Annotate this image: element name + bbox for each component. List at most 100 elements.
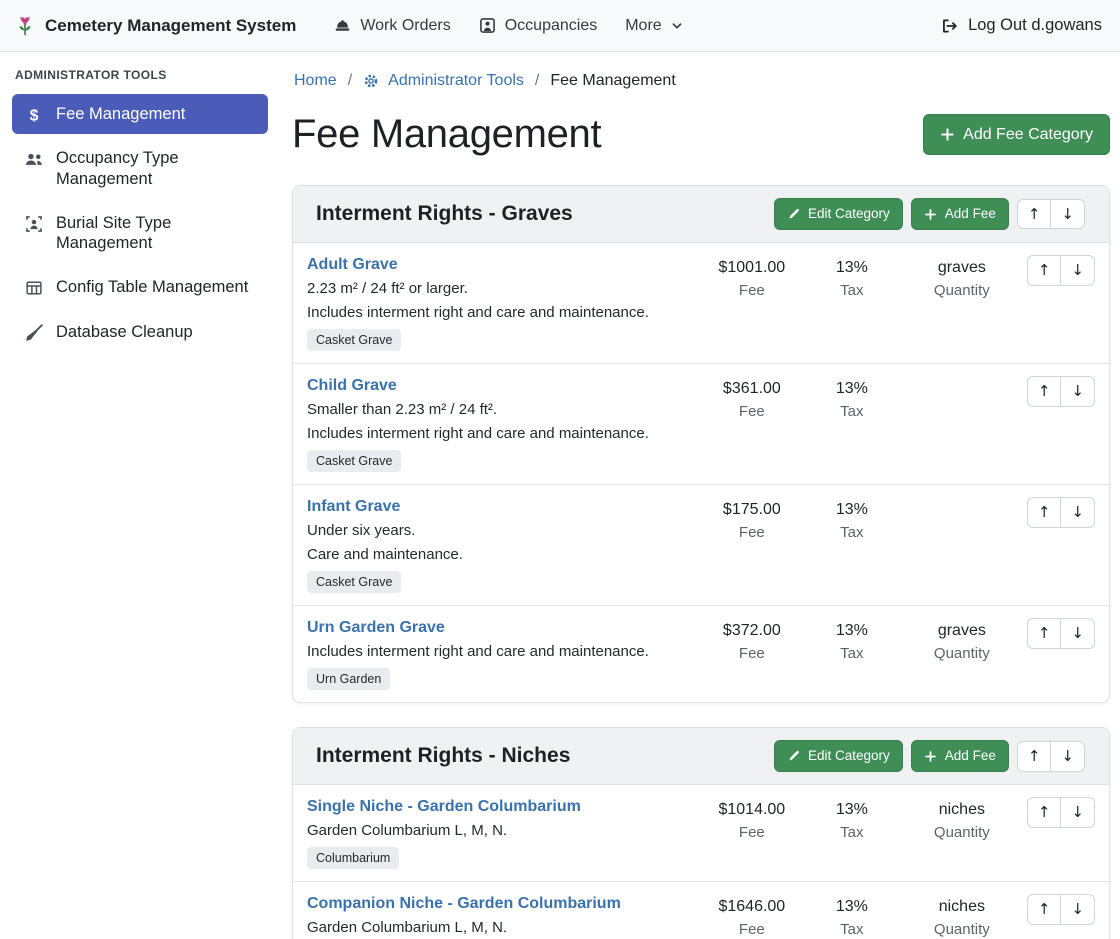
sidebar-item-config-table-management[interactable]: Config Table Management bbox=[12, 267, 268, 307]
move-fee-down-button[interactable]: ↓ bbox=[1060, 376, 1095, 407]
tax-rate-value: 13% bbox=[807, 896, 897, 918]
fee-category-card: Interment Rights - Graves Edit Category … bbox=[292, 185, 1110, 703]
logout-icon bbox=[940, 17, 958, 35]
category-title: Interment Rights - Graves bbox=[316, 202, 573, 226]
fee-name-link[interactable]: Companion Niche - Garden Columbarium bbox=[307, 895, 621, 913]
fee-name-link[interactable]: Single Niche - Garden Columbarium bbox=[307, 798, 581, 816]
fee-description: Under six years. bbox=[307, 520, 691, 542]
plus-icon bbox=[924, 208, 937, 221]
nav-item-work-orders[interactable]: Work Orders bbox=[320, 9, 464, 43]
nav-item-more[interactable]: More bbox=[611, 9, 696, 43]
up-arrow-icon: ↑ bbox=[1038, 900, 1051, 919]
breadcrumb: Home / Administrator Tools / Fee Managem… bbox=[292, 64, 1110, 90]
move-fee-up-button[interactable]: ↑ bbox=[1027, 894, 1062, 925]
move-fee-up-button[interactable]: ↑ bbox=[1027, 255, 1062, 286]
breadcrumb-home-link[interactable]: Home bbox=[294, 72, 337, 90]
move-fee-down-button[interactable]: ↓ bbox=[1060, 797, 1095, 828]
fee-reorder-group: ↑ ↓ bbox=[1027, 376, 1095, 407]
fee-name-link[interactable]: Child Grave bbox=[307, 377, 397, 395]
fee-row: Infant Grave Under six years.Care and ma… bbox=[293, 484, 1109, 605]
fee-amount-column: $1646.00 Fee bbox=[697, 894, 807, 939]
quantity-label: Quantity bbox=[897, 279, 1027, 303]
fee-type-badge: Casket Grave bbox=[307, 329, 401, 351]
up-arrow-icon: ↑ bbox=[1028, 205, 1041, 224]
tax-column: 13% Tax bbox=[807, 255, 897, 303]
plus-icon bbox=[940, 127, 955, 142]
move-fee-down-button[interactable]: ↓ bbox=[1060, 618, 1095, 649]
move-category-down-button[interactable]: ↓ bbox=[1050, 741, 1085, 772]
main-nav: Work Orders Occupancies More bbox=[320, 9, 696, 43]
down-arrow-icon: ↓ bbox=[1061, 747, 1074, 766]
category-reorder-group: ↑ ↓ bbox=[1017, 199, 1085, 230]
nav-item-occupancies[interactable]: Occupancies bbox=[465, 9, 612, 43]
edit-category-button[interactable]: Edit Category bbox=[774, 740, 903, 772]
fee-amount-value: $1646.00 bbox=[697, 896, 807, 918]
fee-type-badge: Casket Grave bbox=[307, 571, 401, 593]
down-arrow-icon: ↓ bbox=[1071, 900, 1084, 919]
move-fee-up-button[interactable]: ↑ bbox=[1027, 497, 1062, 528]
sidebar-item-label: Database Cleanup bbox=[56, 322, 193, 342]
fee-amount-column: $1001.00 Fee bbox=[697, 255, 807, 303]
tax-rate-value: 13% bbox=[807, 620, 897, 642]
sidebar-item-burial-site-type-management[interactable]: Burial Site Type Management bbox=[12, 203, 268, 264]
fee-name-link[interactable]: Infant Grave bbox=[307, 498, 400, 516]
fee-amount-label: Fee bbox=[697, 521, 807, 545]
quantity-label: Quantity bbox=[897, 918, 1027, 939]
fee-name-link[interactable]: Adult Grave bbox=[307, 256, 398, 274]
sidebar-item-label: Burial Site Type Management bbox=[56, 213, 255, 254]
tax-label: Tax bbox=[807, 521, 897, 545]
category-actions: Edit Category Add Fee ↑ ↓ bbox=[774, 198, 1085, 230]
fee-amount-value: $361.00 bbox=[697, 378, 807, 400]
sidebar-item-label: Config Table Management bbox=[56, 277, 248, 297]
breadcrumb-admin-tools-link[interactable]: Administrator Tools bbox=[363, 72, 524, 90]
fee-row: Child Grave Smaller than 2.23 m² / 24 ft… bbox=[293, 363, 1109, 484]
move-fee-down-button[interactable]: ↓ bbox=[1060, 497, 1095, 528]
add-fee-button[interactable]: Add Fee bbox=[911, 198, 1009, 230]
add-fee-category-button[interactable]: Add Fee Category bbox=[923, 114, 1110, 155]
fee-reorder-group: ↑ ↓ bbox=[1027, 797, 1095, 828]
up-arrow-icon: ↑ bbox=[1038, 382, 1051, 401]
edit-category-button[interactable]: Edit Category bbox=[774, 198, 903, 230]
move-category-up-button[interactable]: ↑ bbox=[1017, 741, 1052, 772]
fee-name-link[interactable]: Urn Garden Grave bbox=[307, 619, 445, 637]
move-category-up-button[interactable]: ↑ bbox=[1017, 199, 1052, 230]
app-brand[interactable]: Cemetery Management System bbox=[14, 15, 296, 37]
sidebar-item-label: Fee Management bbox=[56, 104, 185, 124]
move-fee-down-button[interactable]: ↓ bbox=[1060, 255, 1095, 286]
move-fee-up-button[interactable]: ↑ bbox=[1027, 376, 1062, 407]
fee-amount-value: $372.00 bbox=[697, 620, 807, 642]
quantity-unit-value: niches bbox=[897, 896, 1027, 918]
quantity-column: niches Quantity bbox=[897, 797, 1027, 845]
sidebar-item-occupancy-type-management[interactable]: Occupancy Type Management bbox=[12, 138, 268, 199]
sidebar-item-fee-management[interactable]: $ Fee Management bbox=[12, 94, 268, 134]
move-fee-up-button[interactable]: ↑ bbox=[1027, 797, 1062, 828]
logout-button[interactable]: Log Out d.gowans bbox=[936, 10, 1106, 41]
down-arrow-icon: ↓ bbox=[1071, 503, 1084, 522]
breadcrumb-separator: / bbox=[535, 72, 539, 90]
tulip-logo-icon bbox=[14, 15, 36, 37]
down-arrow-icon: ↓ bbox=[1071, 624, 1084, 643]
fee-row: Single Niche - Garden Columbarium Garden… bbox=[293, 785, 1109, 881]
fee-amount-value: $1001.00 bbox=[697, 257, 807, 279]
quantity-column: graves Quantity bbox=[897, 618, 1027, 666]
quantity-unit-value: graves bbox=[897, 257, 1027, 279]
chevron-down-icon bbox=[671, 20, 683, 32]
fee-description: Garden Columbarium L, M, N. bbox=[307, 917, 691, 939]
move-fee-up-button[interactable]: ↑ bbox=[1027, 618, 1062, 649]
top-navbar: Cemetery Management System Work Orders O… bbox=[0, 0, 1120, 52]
fee-amount-column: $1014.00 Fee bbox=[697, 797, 807, 845]
fee-reorder-group: ↑ ↓ bbox=[1027, 618, 1095, 649]
fee-reorder-group: ↑ ↓ bbox=[1027, 894, 1095, 925]
tax-label: Tax bbox=[807, 918, 897, 939]
sidebar-item-database-cleanup[interactable]: Database Cleanup bbox=[12, 312, 268, 352]
move-category-down-button[interactable]: ↓ bbox=[1050, 199, 1085, 230]
fee-list: Single Niche - Garden Columbarium Garden… bbox=[293, 785, 1109, 939]
fee-info: Infant Grave Under six years.Care and ma… bbox=[307, 497, 697, 593]
breadcrumb-home-label: Home bbox=[294, 72, 337, 90]
fee-reorder-group: ↑ ↓ bbox=[1027, 497, 1095, 528]
add-fee-button[interactable]: Add Fee bbox=[911, 740, 1009, 772]
category-title: Interment Rights - Niches bbox=[316, 744, 570, 768]
fee-description: Includes interment right and care and ma… bbox=[307, 302, 691, 324]
add-fee-label: Add Fee bbox=[945, 206, 996, 222]
move-fee-down-button[interactable]: ↓ bbox=[1060, 894, 1095, 925]
